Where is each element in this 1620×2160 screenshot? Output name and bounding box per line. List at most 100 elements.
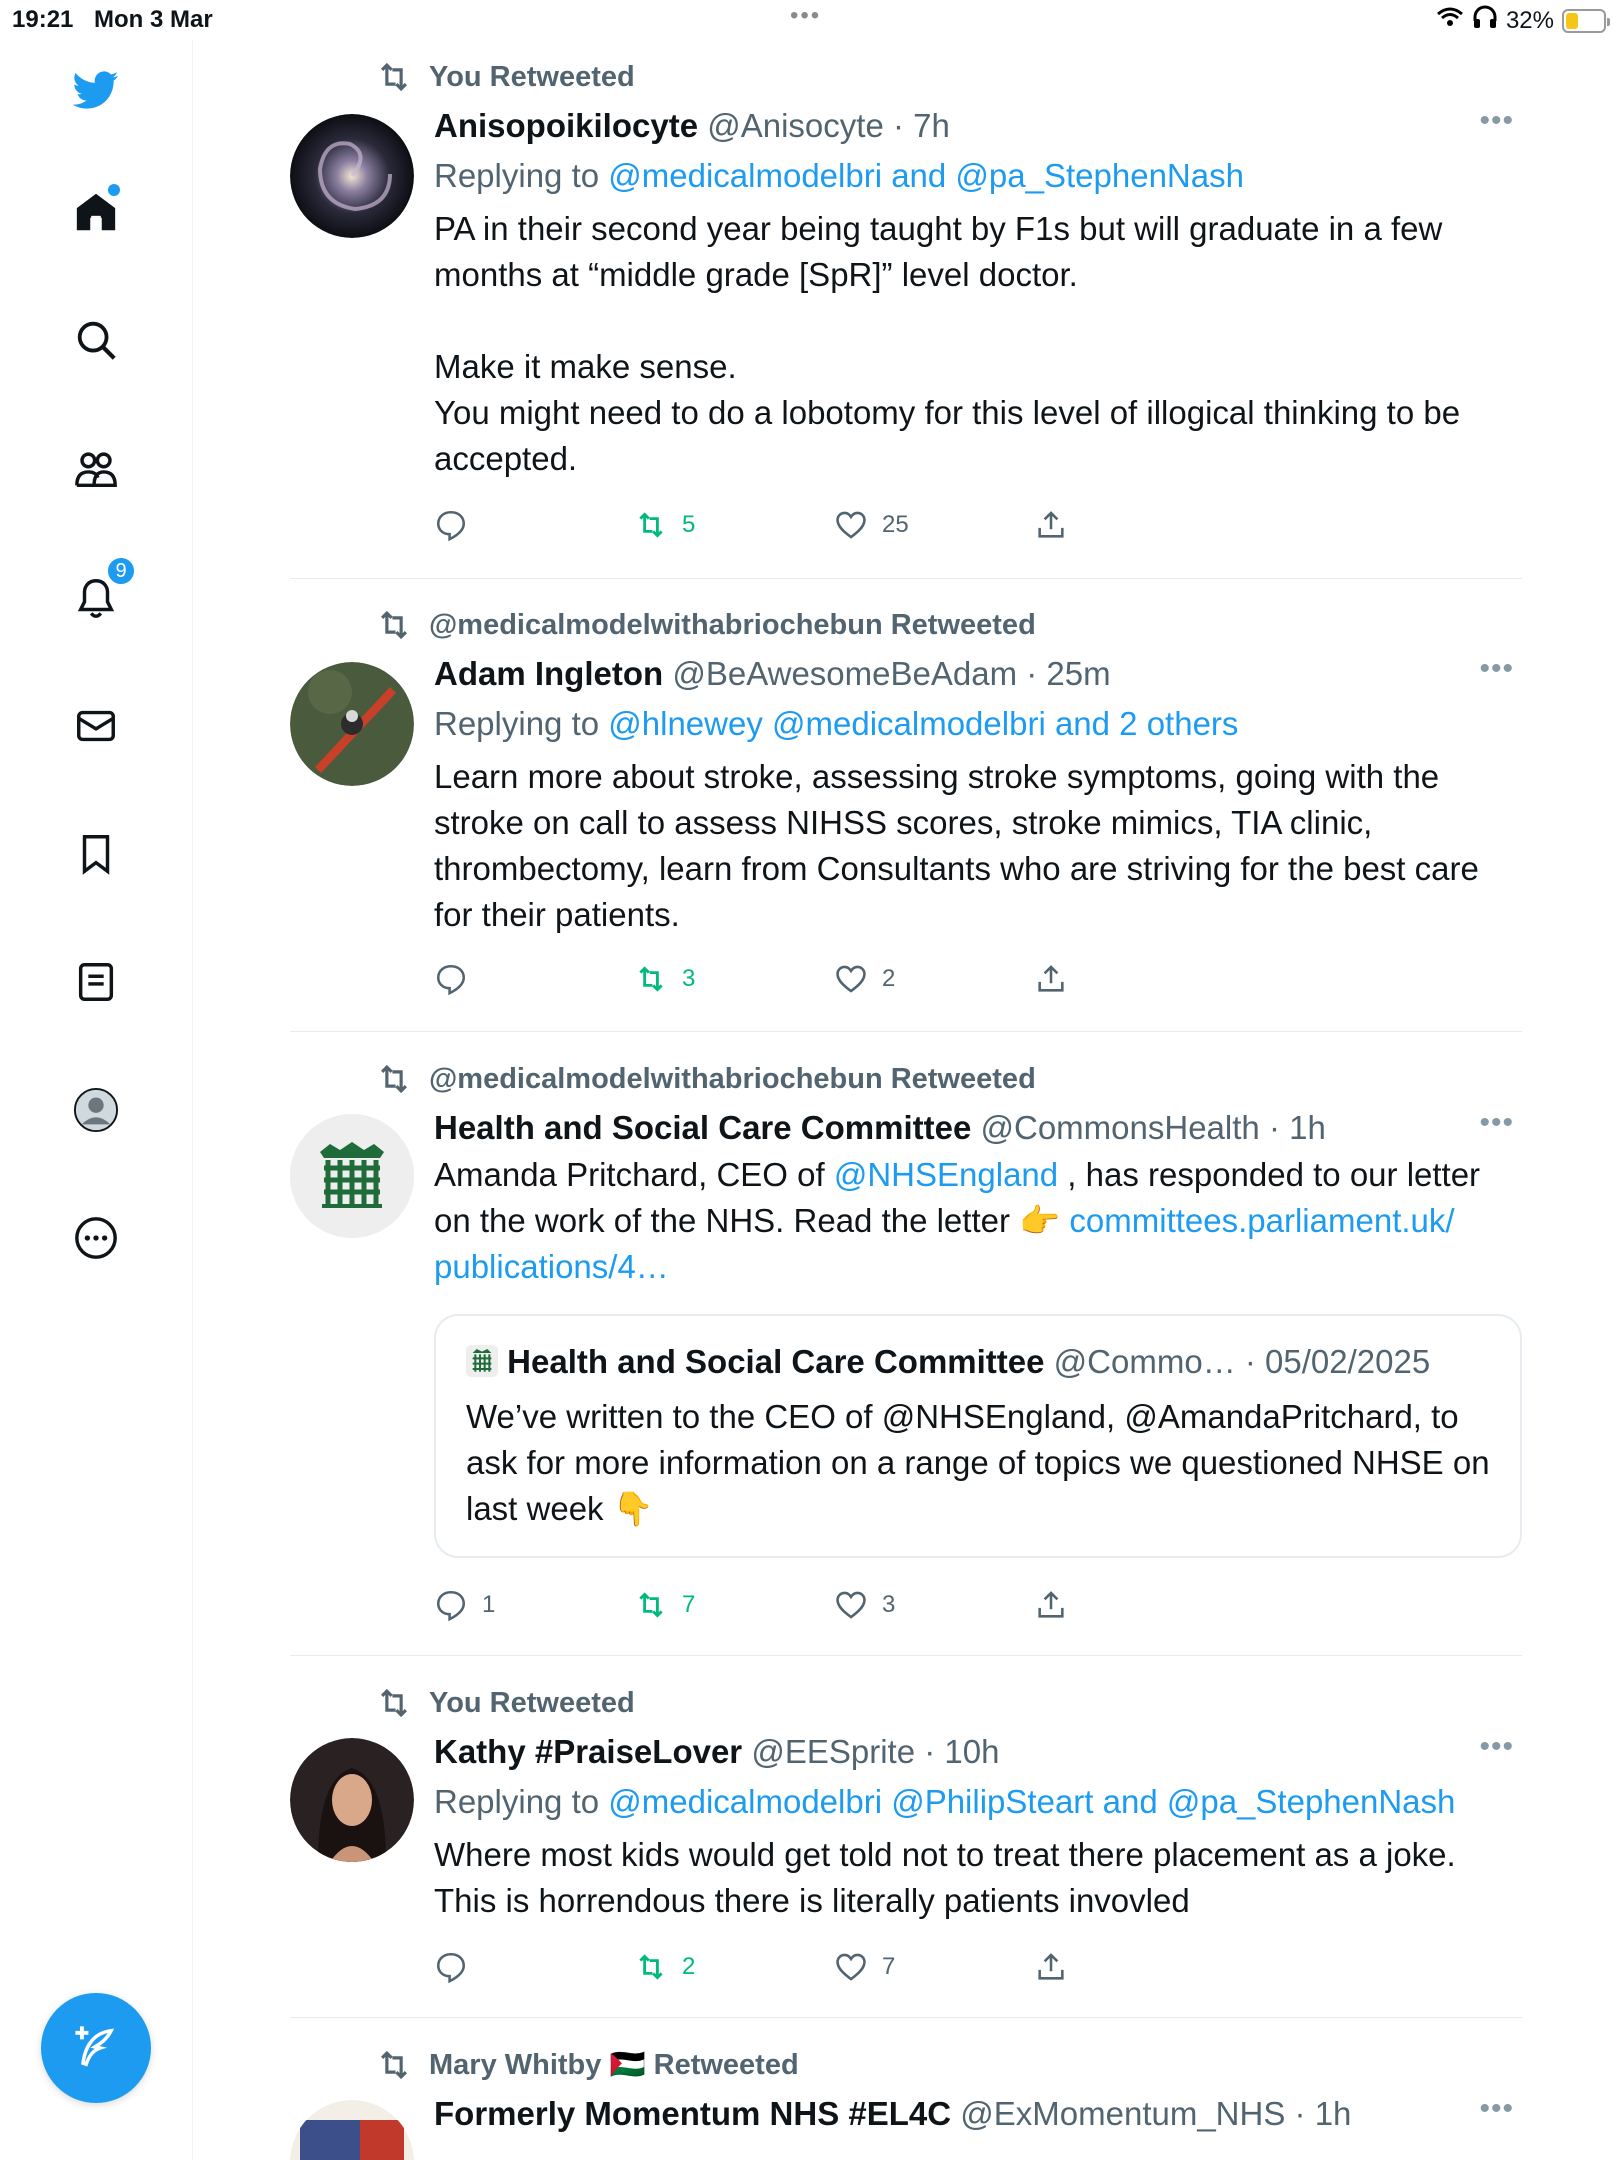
- lists-icon[interactable]: [66, 952, 126, 1012]
- search-icon[interactable]: [66, 310, 126, 370]
- retweet-count: 5: [682, 511, 696, 538]
- replying-to-prefix: Replying to: [434, 705, 609, 742]
- compose-tweet-button[interactable]: [41, 1993, 151, 2103]
- tweet-time: · 25m: [1026, 655, 1111, 692]
- replying-to-users[interactable]: @medicalmodelbri @PhilipSteart and @pa_S…: [608, 1783, 1455, 1820]
- retweet-context-text: Mary Whitby 🇵🇸 Retweeted: [429, 2049, 799, 2081]
- share-button[interactable]: [1034, 962, 1234, 996]
- bookmarks-icon[interactable]: [66, 824, 126, 884]
- retweet-button[interactable]: 2: [634, 1950, 834, 1984]
- reply-button[interactable]: 1: [434, 1588, 634, 1622]
- tweet-text: Learn more about stroke, assessing strok…: [434, 758, 1479, 933]
- author-name[interactable]: Anisopoikilocyte: [434, 107, 698, 144]
- messages-icon[interactable]: [66, 696, 126, 756]
- reply-button[interactable]: [434, 962, 634, 996]
- reply-button[interactable]: [434, 1950, 634, 1984]
- tweet-actions: 1 7 3: [434, 1588, 1234, 1622]
- tweet-header: Anisopoikilocyte @Anisocyte · 7h: [434, 104, 1514, 148]
- profile-icon[interactable]: [66, 1080, 126, 1140]
- more-options-icon[interactable]: [66, 1208, 126, 1268]
- like-count: 25: [882, 511, 909, 538]
- tweet-time: · 7h: [892, 107, 950, 144]
- heart-icon: [836, 511, 866, 539]
- notifications-icon[interactable]: 9: [66, 556, 136, 628]
- author-handle[interactable]: @BeAwesomeBeAdam: [672, 655, 1017, 692]
- status-bar: 19:21 Mon 3 Mar ••• 32%: [0, 0, 1620, 40]
- tweet-text-part: Amanda Pritchard, CEO of: [434, 1156, 834, 1193]
- replying-to-users[interactable]: @medicalmodelbri and @pa_StephenNash: [608, 157, 1244, 194]
- communities-icon[interactable]: [66, 440, 126, 500]
- tweet-time: · 1h: [1268, 1109, 1326, 1146]
- quoted-avatar-icon: [466, 1345, 498, 1377]
- retweet-count: 3: [682, 965, 696, 992]
- author-name[interactable]: Adam Ingleton: [434, 655, 663, 692]
- mention-link[interactable]: @NHSEngland: [834, 1156, 1058, 1193]
- retweet-button[interactable]: 5: [634, 508, 834, 542]
- tweet-more-button[interactable]: •••: [1479, 652, 1514, 686]
- retweet-context: Mary Whitby 🇵🇸 Retweeted: [375, 2046, 799, 2084]
- retweet-button[interactable]: 7: [634, 1588, 834, 1622]
- tweet-actions: 5 25: [434, 508, 1234, 542]
- share-button[interactable]: [1034, 508, 1234, 542]
- reply-button[interactable]: [434, 508, 634, 542]
- author-handle[interactable]: @CommonsHealth: [981, 1109, 1260, 1146]
- tweet-header: Adam Ingleton @BeAwesomeBeAdam · 25m: [434, 652, 1514, 696]
- like-count: 2: [882, 965, 896, 992]
- tweet-divider: [290, 1031, 1522, 1032]
- avatar[interactable]: [290, 1738, 414, 1862]
- tweet-header: Health and Social Care Committee @Common…: [434, 1106, 1514, 1150]
- heart-icon: [836, 965, 866, 993]
- share-icon: [1038, 1953, 1064, 1980]
- retweet-icon: [381, 62, 407, 92]
- reply-icon: [436, 964, 466, 996]
- quoted-tweet-text: We’ve written to the CEO of @NHSEngland,…: [466, 1398, 1490, 1527]
- multitasking-dots[interactable]: •••: [790, 2, 821, 30]
- retweet-context-text: You Retweeted: [429, 1686, 635, 1719]
- tweet-more-button[interactable]: •••: [1479, 1106, 1514, 1140]
- avatar[interactable]: [290, 114, 414, 238]
- retweet-context: @medicalmodelwithabriochebun Retweeted: [375, 606, 1036, 644]
- tweet-content: Health and Social Care Committee @Common…: [434, 1106, 1514, 1290]
- retweet-icon: [381, 610, 407, 640]
- status-right: 32%: [1436, 5, 1610, 36]
- tweet-more-button[interactable]: •••: [1479, 104, 1514, 138]
- retweet-icon: [381, 1688, 407, 1718]
- share-button[interactable]: [1034, 1588, 1234, 1622]
- avatar[interactable]: [290, 662, 414, 786]
- tweet-actions: 2 7: [434, 1950, 1234, 1984]
- portcullis-logo-icon: [290, 1114, 414, 1238]
- like-button[interactable]: 25: [834, 508, 1034, 542]
- like-button[interactable]: 3: [834, 1588, 1034, 1622]
- retweet-context: You Retweeted: [375, 58, 635, 96]
- tweet-content: Adam Ingleton @BeAwesomeBeAdam · 25m •••…: [434, 652, 1514, 938]
- like-button[interactable]: 2: [834, 962, 1034, 996]
- avatar[interactable]: [290, 1114, 414, 1238]
- retweet-icon: [639, 966, 663, 992]
- tweet-text: PA in their second year being taught by …: [434, 206, 1514, 482]
- author-name[interactable]: Kathy #PraiseLover: [434, 1733, 742, 1770]
- retweet-button[interactable]: 3: [634, 962, 834, 996]
- quoted-author-name[interactable]: Health and Social Care Committee: [507, 1343, 1044, 1380]
- tweet-more-button[interactable]: •••: [1479, 1730, 1514, 1764]
- home-icon[interactable]: [66, 182, 126, 242]
- tweet-text: Where most kids would get told not to tr…: [434, 1836, 1456, 1919]
- replying-to-users[interactable]: @hlnewey @medicalmodelbri and 2 others: [608, 705, 1238, 742]
- author-handle[interactable]: @EESprite: [751, 1733, 915, 1770]
- share-button[interactable]: [1034, 1950, 1234, 1984]
- replying-to: Replying to @medicalmodelbri and @pa_Ste…: [434, 152, 1514, 200]
- author-name[interactable]: Formerly Momentum NHS #EL4C: [434, 2095, 951, 2132]
- quoted-author-handle[interactable]: @Commo…: [1054, 1343, 1236, 1380]
- quoted-tweet-date: · 05/02/2025: [1244, 1343, 1431, 1380]
- author-handle[interactable]: @Anisocyte: [707, 107, 884, 144]
- avatar[interactable]: [290, 2100, 414, 2160]
- author-name[interactable]: Health and Social Care Committee: [434, 1109, 971, 1146]
- tweet-more-button[interactable]: •••: [1479, 2092, 1514, 2126]
- quoted-tweet[interactable]: Health and Social Care Committee @Commo……: [434, 1314, 1522, 1558]
- like-count: 3: [882, 1591, 896, 1618]
- notification-badge: 9: [106, 556, 136, 586]
- twitter-logo-icon[interactable]: [66, 60, 126, 120]
- tweet-time: · 1h: [1294, 2095, 1352, 2132]
- author-handle[interactable]: @ExMomentum_NHS: [960, 2095, 1285, 2132]
- status-time: 19:21: [12, 6, 74, 33]
- like-button[interactable]: 7: [834, 1950, 1034, 1984]
